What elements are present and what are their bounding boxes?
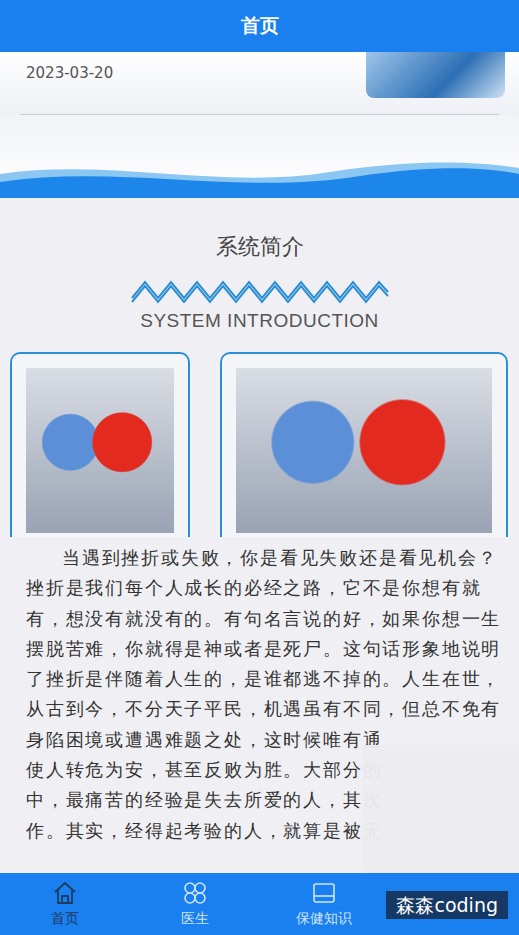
nav-item[interactable]: 医生 — [130, 873, 260, 935]
home-icon — [52, 880, 78, 906]
nav-label: 首页 — [51, 910, 79, 928]
blur-overlay — [363, 745, 519, 873]
grid-flower-icon — [182, 880, 208, 906]
image-card[interactable] — [220, 352, 508, 537]
paragraph-line: 从古到今，不分天子平民，机遇虽有不同，但总不免有 — [26, 694, 509, 724]
paragraph-line: 了挫折是伴随着人生的，是谁都逃不掉的。人生在世， — [26, 664, 509, 694]
news-item[interactable]: 2023-03-20 — [0, 52, 519, 114]
section-title: 系统简介 — [216, 232, 304, 262]
book-box-icon — [311, 880, 337, 906]
card-photo — [236, 368, 492, 533]
nav-label: 医生 — [181, 910, 209, 928]
paragraph-line: 有，想没有就没有的。有句名言说的好，如果你想一生 — [26, 604, 509, 634]
watermark: 森森coding — [386, 891, 508, 919]
paragraph-line: 当遇到挫折或失败，你是看见失败还是看见机会？ — [26, 543, 509, 573]
nav-item[interactable]: 保健知识 — [260, 873, 390, 935]
image-card[interactable] — [10, 352, 190, 537]
zigzag-icon — [130, 274, 390, 304]
card-photo — [26, 368, 174, 533]
wave-decoration — [0, 115, 519, 198]
news-date: 2023-03-20 — [26, 64, 113, 82]
app-screen: 首页 2023-03-20 系统简介 SYSTEM INTRODUCTION 当… — [0, 0, 519, 935]
nav-item[interactable]: 首页 — [0, 873, 130, 935]
image-cards — [0, 352, 519, 537]
paragraph-line: 摆脱苦难，你就得是神或者是死尸。这句话形象地说明 — [26, 634, 509, 664]
nav-label: 保健知识 — [296, 910, 352, 928]
section-subtitle: SYSTEM INTRODUCTION — [140, 310, 379, 332]
paragraph-line: 挫折是我们每个人成长的必经之路，它不是你想有就 — [26, 573, 509, 603]
wave-icon — [0, 156, 519, 198]
top-bar: 首页 — [0, 0, 519, 52]
page-title: 首页 — [241, 13, 279, 39]
news-thumbnail[interactable] — [366, 52, 505, 98]
